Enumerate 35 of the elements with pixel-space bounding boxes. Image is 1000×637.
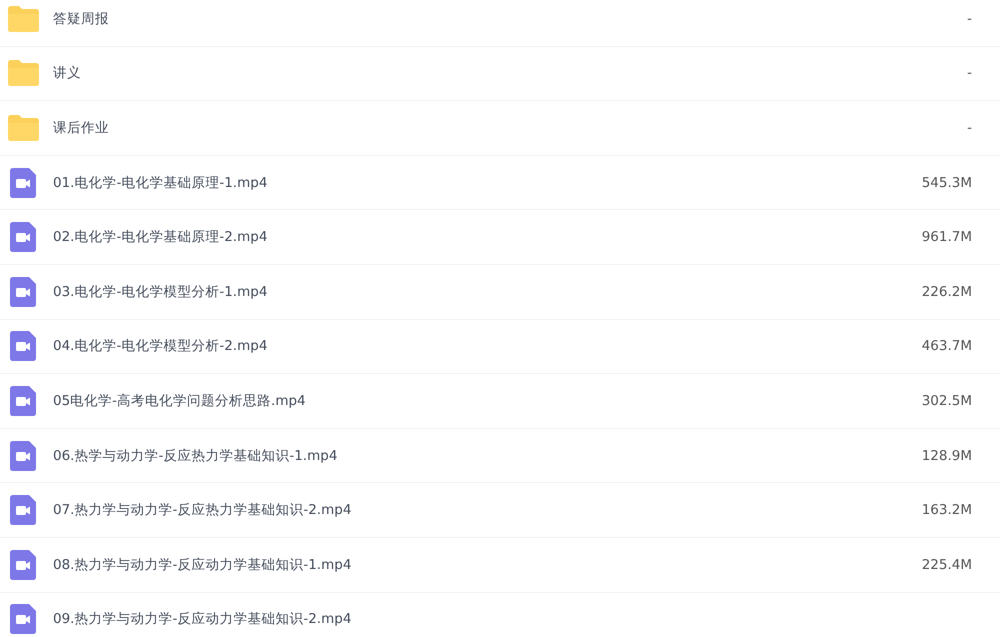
- file-size: 225.4M: [920, 556, 972, 573]
- video-file-icon: [10, 440, 36, 471]
- video-file-icon: [10, 331, 36, 362]
- video-file-icon: [10, 276, 36, 307]
- file-size: 463.7M: [920, 338, 972, 354]
- file-name[interactable]: 05电化学-高考电化学问题分析思路.mp4: [53, 392, 892, 410]
- file-name[interactable]: 答疑周报: [53, 10, 892, 28]
- file-name[interactable]: 09.热力学与动力学-反应动力学基础知识-2.mp4: [53, 610, 892, 628]
- file-name[interactable]: 课后作业: [53, 118, 892, 137]
- file-size: 961.7M: [920, 229, 972, 246]
- file-name[interactable]: 讲义: [53, 64, 892, 82]
- file-size: 226.2M: [920, 284, 972, 300]
- video-file-icon: [10, 168, 36, 198]
- video-file-icon: [10, 386, 36, 416]
- file-name[interactable]: 04.电化学-电化学模型分析-2.mp4: [53, 337, 892, 356]
- file-size: 163.2M: [920, 502, 972, 518]
- video-file-icon: [10, 604, 36, 634]
- file-name[interactable]: 08.热力学与动力学-反应动力学基础知识-1.mp4: [53, 556, 892, 574]
- file-name[interactable]: 02.电化学-电化学基础原理-2.mp4: [53, 228, 892, 246]
- file-size: -: [966, 120, 972, 136]
- file-name[interactable]: 06.热学与动力学-反应热力学基础知识-1.mp4: [53, 446, 892, 465]
- video-file-icon: [10, 222, 36, 252]
- file-size: 302.5M: [920, 392, 972, 409]
- file-size: 128.9M: [920, 448, 972, 464]
- file-name[interactable]: 03.电化学-电化学模型分析-1.mp4: [53, 282, 892, 301]
- file-size: -: [966, 65, 972, 82]
- file-name[interactable]: 07.热力学与动力学-反应热力学基础知识-2.mp4: [53, 501, 892, 520]
- folder-icon: [8, 114, 38, 141]
- file-size: 545.3M: [920, 174, 972, 191]
- file-name[interactable]: 01.电化学-电化学基础原理-1.mp4: [53, 174, 892, 192]
- video-file-icon: [10, 550, 36, 580]
- folder-icon: [8, 60, 38, 86]
- file-size: -: [966, 10, 972, 27]
- folder-icon: [8, 6, 38, 32]
- video-file-icon: [10, 495, 36, 526]
